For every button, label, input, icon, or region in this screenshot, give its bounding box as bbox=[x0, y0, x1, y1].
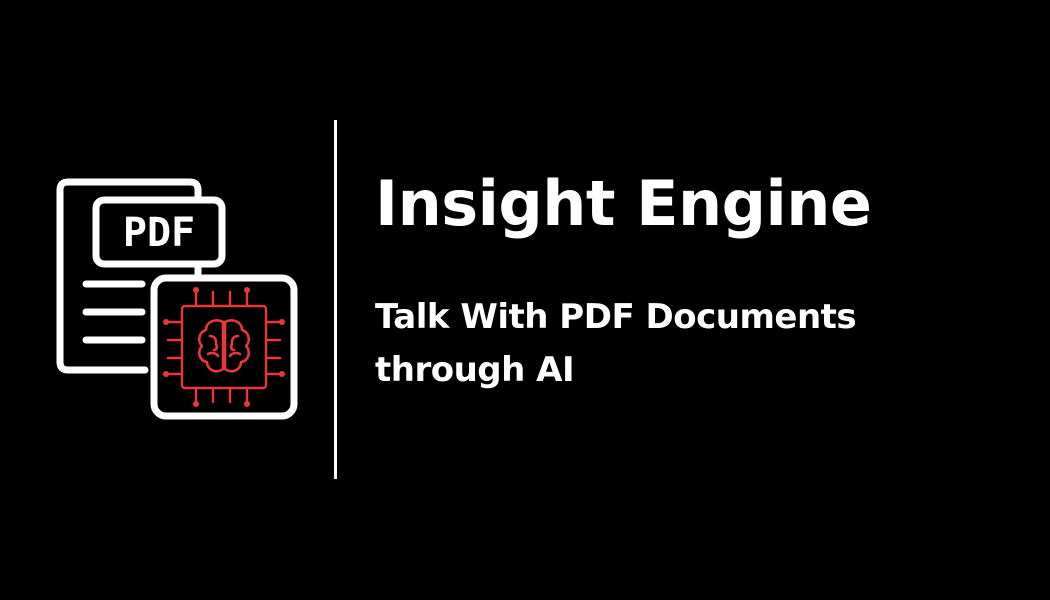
app-title: Insight Engine bbox=[375, 167, 872, 240]
pdf-ai-logo-icon: PDF bbox=[56, 178, 298, 420]
tagline-line-2: through AI bbox=[375, 350, 575, 390]
text-lines-icon bbox=[82, 280, 146, 344]
tagline-line-1: Talk With PDF Documents bbox=[375, 297, 857, 337]
app-tagline: Talk With PDF Documents through AI bbox=[375, 291, 857, 397]
pdf-badge-label: PDF bbox=[123, 210, 195, 256]
vertical-divider bbox=[334, 120, 337, 479]
